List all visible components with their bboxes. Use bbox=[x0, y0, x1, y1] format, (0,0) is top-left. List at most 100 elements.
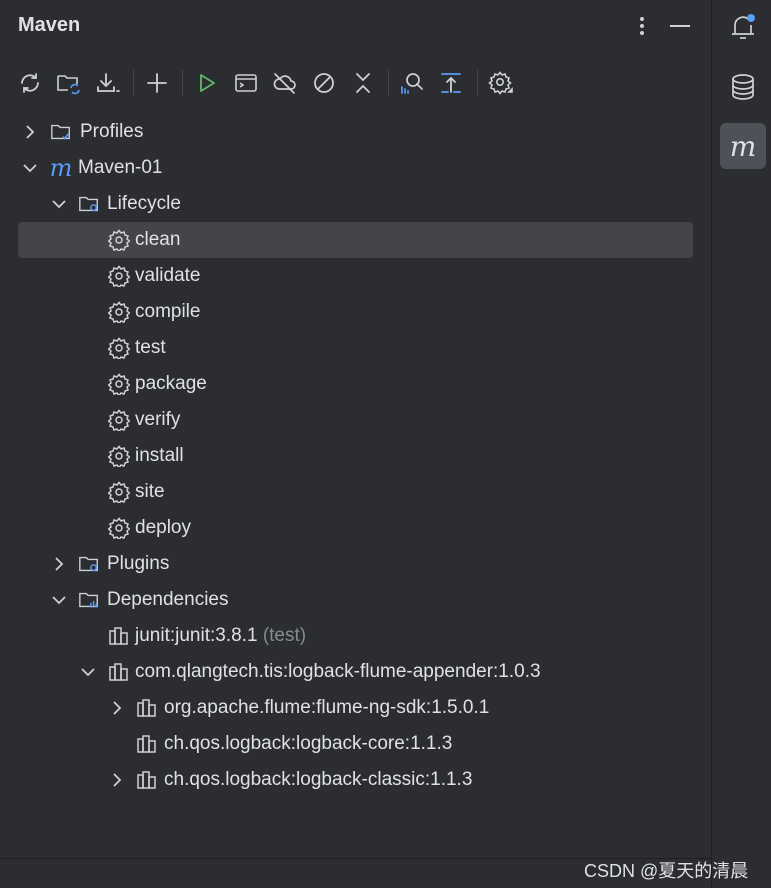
profiles-folder-icon bbox=[50, 121, 72, 143]
download-icon bbox=[97, 73, 120, 92]
tool-window-header: Maven bbox=[0, 0, 711, 54]
tree-label-dependency: com.qlangtech.tis:logback-flume-appender… bbox=[135, 661, 541, 682]
database-button[interactable] bbox=[720, 64, 766, 110]
chevron-down-icon[interactable] bbox=[79, 663, 97, 681]
tree-label-goal: verify bbox=[135, 409, 181, 430]
tree-label-plugins: Plugins bbox=[107, 553, 170, 574]
tree-label-goal: deploy bbox=[135, 517, 191, 538]
tree-node-profiles[interactable]: Profiles bbox=[18, 114, 693, 150]
tree-node-dependency-classic[interactable]: ch.qos.logback:logback-classic:1.1.3 bbox=[18, 762, 693, 798]
collapse-all-button[interactable] bbox=[346, 66, 380, 100]
chevron-right-icon[interactable] bbox=[21, 123, 39, 141]
database-icon bbox=[732, 74, 754, 100]
chevron-down-icon[interactable] bbox=[21, 159, 39, 177]
tree-node-lifecycle[interactable]: Lifecycle bbox=[18, 186, 693, 222]
maven-toolbar bbox=[10, 64, 710, 102]
tree-node-goal-site[interactable]: site bbox=[18, 474, 693, 510]
watermark: CSDN @夏天的清晨 bbox=[584, 861, 749, 881]
more-options-button[interactable] bbox=[628, 12, 656, 40]
minimize-icon bbox=[670, 25, 690, 27]
tree-node-dependency-junit[interactable]: junit:junit:3.8.1 (test) bbox=[18, 618, 693, 654]
tree-node-goal-install[interactable]: install bbox=[18, 438, 693, 474]
analyze-dependencies-button[interactable] bbox=[395, 66, 429, 100]
add-maven-project-button[interactable] bbox=[140, 66, 174, 100]
tree-node-dependencies[interactable]: Dependencies bbox=[18, 582, 693, 618]
right-tool-strip: m bbox=[711, 0, 771, 888]
gear-icon bbox=[488, 71, 513, 95]
gear-icon bbox=[108, 373, 130, 395]
tree-node-goal-package[interactable]: package bbox=[18, 366, 693, 402]
tree-label-goal: clean bbox=[135, 229, 181, 250]
execute-goal-button[interactable] bbox=[229, 66, 263, 100]
run-icon bbox=[200, 74, 215, 92]
maven-project-icon: m bbox=[49, 154, 73, 182]
run-maven-build-button[interactable] bbox=[190, 66, 224, 100]
tree-node-dependency-appender[interactable]: com.qlangtech.tis:logback-flume-appender… bbox=[18, 654, 693, 690]
tree-node-project[interactable]: m Maven-01 bbox=[18, 150, 693, 186]
plugins-folder-icon bbox=[78, 553, 100, 575]
align-top-icon bbox=[441, 73, 461, 93]
maven-settings-button[interactable] bbox=[484, 66, 518, 100]
dependency-analyzer-icon bbox=[401, 73, 423, 94]
tree-node-dependency-flume[interactable]: org.apache.flume:flume-ng-sdk:1.5.0.1 bbox=[18, 690, 693, 726]
vertical-dots-icon bbox=[640, 17, 644, 35]
collapse-icon bbox=[356, 73, 370, 93]
maven-tool-button[interactable]: m bbox=[720, 123, 766, 169]
tree-label-profiles: Profiles bbox=[80, 121, 144, 142]
tool-window-title: Maven bbox=[18, 14, 81, 36]
dependency-scope: (test) bbox=[262, 625, 307, 646]
library-icon bbox=[108, 625, 130, 647]
gear-icon bbox=[108, 409, 130, 431]
tree-label-goal: validate bbox=[135, 265, 201, 286]
show-dependencies-button[interactable] bbox=[434, 66, 468, 100]
maven-icon: m bbox=[729, 129, 757, 163]
folder-refresh-icon bbox=[57, 75, 80, 95]
tree-label-dependency: org.apache.flume:flume-ng-sdk:1.5.0.1 bbox=[164, 697, 490, 718]
tree-node-plugins[interactable]: Plugins bbox=[18, 546, 693, 582]
cloud-off-icon bbox=[273, 73, 296, 94]
tree-node-dependency-core[interactable]: ch.qos.logback:logback-core:1.1.3 bbox=[18, 726, 693, 762]
library-icon bbox=[136, 769, 158, 791]
tree-node-goal-test[interactable]: test bbox=[18, 330, 693, 366]
library-icon bbox=[108, 661, 130, 683]
minimize-button[interactable] bbox=[666, 12, 694, 40]
gear-icon bbox=[108, 337, 130, 359]
chevron-down-icon[interactable] bbox=[50, 591, 68, 609]
tree-label-lifecycle: Lifecycle bbox=[107, 193, 181, 214]
tree-node-goal-verify[interactable]: verify bbox=[18, 402, 693, 438]
bell-icon bbox=[732, 14, 755, 39]
gear-icon bbox=[108, 265, 130, 287]
chevron-right-icon[interactable] bbox=[108, 771, 126, 789]
tree-label-dependency: junit:junit:3.8.1 (test) bbox=[135, 625, 307, 646]
chevron-right-icon[interactable] bbox=[50, 555, 68, 573]
gear-icon bbox=[108, 229, 130, 251]
gear-icon bbox=[108, 301, 130, 323]
tree-node-goal-compile[interactable]: compile bbox=[18, 294, 693, 330]
chevron-down-icon[interactable] bbox=[50, 195, 68, 213]
notifications-button[interactable] bbox=[720, 4, 766, 50]
chevron-right-icon[interactable] bbox=[108, 699, 126, 717]
terminal-window-icon bbox=[235, 74, 257, 92]
tree-label-goal: site bbox=[135, 481, 165, 502]
tree-label-dependency: ch.qos.logback:logback-classic:1.1.3 bbox=[164, 769, 473, 790]
plus-icon bbox=[147, 73, 167, 93]
library-icon bbox=[136, 697, 158, 719]
tree-label-goal: package bbox=[135, 373, 207, 394]
tree-label-project: Maven-01 bbox=[78, 157, 163, 178]
tree-label-goal: install bbox=[135, 445, 184, 466]
tree-node-goal-clean[interactable]: clean bbox=[18, 222, 693, 258]
generate-sources-button[interactable] bbox=[52, 66, 86, 100]
skip-tests-button[interactable] bbox=[307, 66, 341, 100]
library-icon bbox=[136, 733, 158, 755]
tree-label-dependencies: Dependencies bbox=[107, 589, 229, 610]
gear-icon bbox=[108, 481, 130, 503]
toggle-offline-mode-button[interactable] bbox=[268, 66, 302, 100]
gear-icon bbox=[108, 445, 130, 467]
tree-node-goal-deploy[interactable]: deploy bbox=[18, 510, 693, 546]
tree-label-goal: compile bbox=[135, 301, 201, 322]
lifecycle-folder-icon bbox=[78, 193, 100, 215]
tree-node-goal-validate[interactable]: validate bbox=[18, 258, 693, 294]
tree-label-goal: test bbox=[135, 337, 166, 358]
reload-projects-button[interactable] bbox=[13, 66, 47, 100]
download-sources-button[interactable] bbox=[91, 66, 125, 100]
